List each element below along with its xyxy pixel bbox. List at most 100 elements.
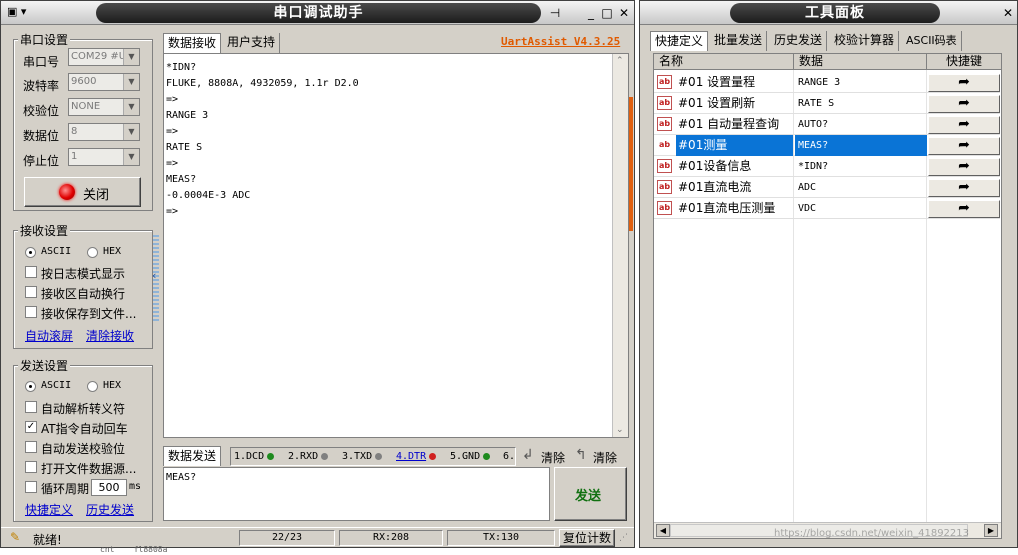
receive-ascii-radio[interactable]	[25, 247, 36, 258]
cycle-input[interactable]: 500	[91, 479, 127, 496]
chevron-down-icon[interactable]: ▼	[123, 124, 139, 140]
status-bar: ✎ 就绪! 22/23 RX:208 TX:130 复位计数 ⋰	[1, 527, 634, 547]
received-line: *IDN?	[166, 62, 197, 73]
close-port-label: 关闭	[83, 188, 110, 203]
close-icon[interactable]: ✕	[1000, 5, 1016, 21]
send-shortcut-button[interactable]: ➦	[928, 116, 1000, 134]
clear-receive-button[interactable]: 清除	[541, 449, 565, 466]
port-status-led-icon	[59, 184, 75, 200]
auto-wrap-checkbox[interactable]	[25, 286, 37, 298]
row-data: *IDN?	[798, 161, 829, 172]
table-row[interactable]: ab #01 自动量程查询 AUTO? ➦	[654, 114, 1000, 135]
maximize-icon[interactable]: □	[599, 5, 615, 21]
save-file-checkbox[interactable]	[25, 306, 37, 318]
window-resize-edge[interactable]	[629, 97, 633, 231]
rx-count: RX:208	[339, 530, 443, 546]
table-row[interactable]: ab #01 设置量程 RANGE 3 ➦	[654, 72, 1000, 93]
receive-scrollbar[interactable]: ⌃ ⌄	[612, 54, 628, 437]
tab-send[interactable]: 数据发送	[163, 446, 222, 466]
parity-select[interactable]: NONE ▼	[68, 98, 140, 116]
reset-count-button[interactable]: 复位计数	[559, 529, 615, 547]
stopbits-select[interactable]: 1 ▼	[68, 148, 140, 166]
column-header-send[interactable]: 快捷键	[927, 54, 1001, 70]
send-button[interactable]: 发送	[554, 467, 627, 521]
send-hex-radio[interactable]	[87, 381, 98, 392]
app-menu-icon[interactable]: ▣ ▾	[7, 5, 37, 21]
scroll-left-icon[interactable]: ◀	[656, 524, 670, 537]
tool-title-bar[interactable]: 工具面板 ✕	[640, 1, 1017, 25]
tab-batch-send[interactable]: 批量发送	[710, 31, 768, 51]
cycle-checkbox[interactable]	[25, 481, 37, 493]
send-shortcut-button[interactable]: ➦	[928, 137, 1000, 155]
chevron-down-icon[interactable]: ▼	[123, 149, 139, 165]
send-ascii-label: ASCII	[41, 380, 72, 391]
databits-label: 数据位	[23, 129, 60, 143]
column-header-name[interactable]: 名称	[654, 54, 794, 70]
minimize-icon[interactable]: _	[583, 5, 599, 21]
gnd-led-icon	[483, 452, 491, 460]
send-shortcut-button[interactable]: ➦	[928, 95, 1000, 113]
signal-dtr[interactable]: 4.DTR	[396, 448, 437, 465]
send-shortcut-button[interactable]: ➦	[928, 200, 1000, 218]
send-settings-title: 发送设置	[18, 357, 71, 374]
auto-wrap-label: 接收区自动换行	[41, 287, 126, 301]
history-link[interactable]: 历史发送	[86, 501, 134, 518]
save-file-label: 接收保存到文件...	[41, 307, 137, 321]
at-cr-checkbox[interactable]: ✓	[25, 421, 37, 433]
tab-user-support[interactable]: 用户支持	[223, 33, 281, 53]
shortcut-link[interactable]: 快捷定义	[25, 501, 73, 518]
receive-text-area[interactable]: *IDN? FLUKE, 8808A, 4932059, 1.1r D2.0 =…	[163, 53, 629, 438]
checksum-checkbox[interactable]	[25, 441, 37, 453]
row-data: RANGE 3	[798, 77, 841, 88]
resize-grip-icon[interactable]: ⋰	[619, 533, 628, 543]
auto-scroll-link[interactable]: 自动滚屏	[25, 327, 73, 344]
signal-gnd: 5.GND	[450, 448, 491, 465]
scroll-right-icon[interactable]: ▶	[984, 524, 998, 537]
send-shortcut-button[interactable]: ➦	[928, 74, 1000, 92]
table-row[interactable]: ab #01测量 MEAS? ➦	[654, 135, 1000, 156]
clear-send-button[interactable]: 清除	[593, 449, 617, 466]
baud-select[interactable]: 9600 ▼	[68, 73, 140, 91]
clear-receive-link[interactable]: 清除接收	[86, 327, 134, 344]
close-port-button[interactable]: 关闭	[24, 177, 141, 207]
open-file-checkbox[interactable]	[25, 461, 37, 473]
chevron-down-icon[interactable]: ▼	[123, 49, 139, 65]
table-row[interactable]: ab #01 设置刷新 RATE S ➦	[654, 93, 1000, 114]
column-header-data[interactable]: 数据	[794, 54, 927, 70]
close-icon[interactable]: ✕	[616, 5, 632, 21]
send-shortcut-button[interactable]: ➦	[928, 179, 1000, 197]
tab-history[interactable]: 历史发送	[770, 31, 828, 51]
baud-value: 9600	[71, 76, 97, 87]
tab-checksum[interactable]: 校验计算器	[830, 31, 900, 51]
chevron-down-icon[interactable]: ▼	[123, 74, 139, 90]
escape-checkbox[interactable]	[25, 401, 37, 413]
serial-title-bar[interactable]: ▣ ▾ 串口调试助手 ⊣ _ □ ✕	[1, 1, 634, 25]
received-line: =>	[166, 158, 179, 169]
port-select[interactable]: COM29 #US ▼	[68, 48, 140, 66]
table-row[interactable]: ab #01设备信息 *IDN? ➦	[654, 156, 1000, 177]
signal-bar: 1.DCD 2.RXD 3.TXD 4.DTR 5.GND 6.	[230, 447, 516, 466]
tab-ascii-table[interactable]: ASCII码表	[902, 31, 962, 51]
chevron-down-icon[interactable]: ▼	[123, 99, 139, 115]
tab-shortcuts[interactable]: 快捷定义	[650, 31, 709, 51]
tab-receive[interactable]: 数据接收	[163, 33, 222, 53]
pin-icon[interactable]: ⊣	[547, 5, 563, 21]
table-row[interactable]: ab #01直流电流 ADC ➦	[654, 177, 1000, 198]
row-data: RATE S	[798, 98, 835, 109]
send-shortcut-button[interactable]: ➦	[928, 158, 1000, 176]
parity-label: 校验位	[23, 104, 60, 118]
table-row[interactable]: ab #01直流电压测量 VDC ➦	[654, 198, 1000, 219]
send-ascii-radio[interactable]	[25, 381, 36, 392]
chevron-left-icon[interactable]: ‹	[152, 269, 156, 282]
signal-label: 3.TXD	[342, 451, 373, 462]
clear-send-arrow-icon[interactable]: ↰	[575, 447, 587, 463]
databits-select[interactable]: 8 ▼	[68, 123, 140, 141]
receive-hex-radio[interactable]	[87, 247, 98, 258]
clear-receive-arrow-icon[interactable]: ↲	[522, 447, 534, 463]
send-input[interactable]: MEAS?	[163, 467, 550, 521]
log-mode-checkbox[interactable]	[25, 266, 37, 278]
chevron-up-icon[interactable]: ⌃	[616, 56, 624, 66]
background-text: cnt fl8808a	[100, 545, 168, 554]
escape-label: 自动解析转义符	[41, 402, 126, 416]
chevron-down-icon[interactable]: ⌄	[616, 425, 624, 435]
